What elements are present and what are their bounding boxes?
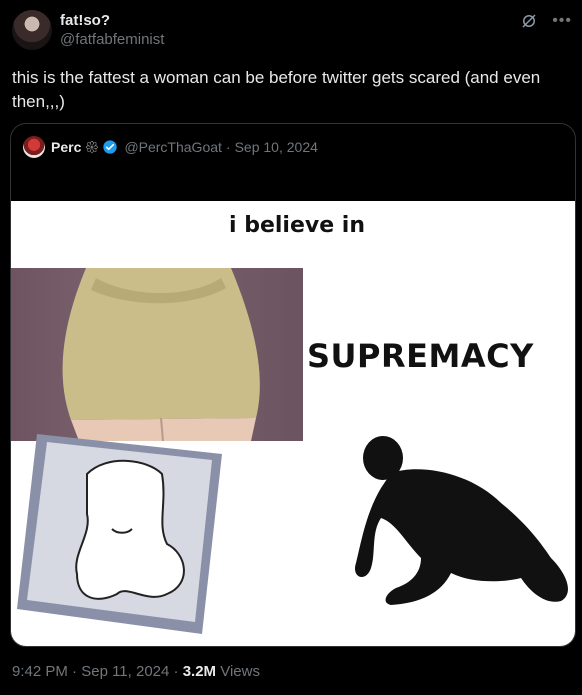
author-name-row: fat!so? <box>60 12 110 30</box>
quoted-author-avatar[interactable] <box>23 136 45 158</box>
quoted-separator: · <box>225 139 231 155</box>
skirt-illustration <box>62 268 260 441</box>
verified-badge-icon <box>103 140 118 154</box>
quoted-author-handle[interactable]: @PercThaGoat <box>124 139 221 155</box>
quoted-author-name[interactable]: Perc <box>51 139 81 155</box>
quoted-date[interactable]: Sep 10, 2024 <box>235 139 318 155</box>
tweet-top-actions: ••• <box>520 12 572 30</box>
tweet-text: this is the fattest a woman can be befor… <box>12 68 541 111</box>
skirt-photo <box>11 268 303 441</box>
meme-right-text: SUPREMACY <box>307 337 534 375</box>
quoted-author-emoji: 𑁍 <box>85 138 99 155</box>
body-drawing <box>17 434 222 634</box>
quoted-tweet[interactable]: Perc 𑁍 @PercThaGoat · Sep 10, 2024 i bel… <box>10 123 576 647</box>
author-handle[interactable]: @fatfabfeminist <box>60 31 164 48</box>
kneeling-silhouette <box>354 436 568 605</box>
meme-image[interactable]: i believe in SUPREMACY <box>11 201 575 646</box>
views-label: Views <box>220 663 260 680</box>
tweet-meta: 9:42 PM · Sep 11, 2024 · 3.2M Views <box>12 663 260 680</box>
tweet-date[interactable]: Sep 11, 2024 <box>81 663 169 680</box>
meta-separator: · <box>173 663 179 680</box>
tweet-time[interactable]: 9:42 PM <box>12 663 68 680</box>
quoted-tweet-header: Perc 𑁍 @PercThaGoat · Sep 10, 2024 <box>23 136 318 158</box>
views-count[interactable]: 3.2M <box>183 663 216 680</box>
author-avatar[interactable] <box>12 10 52 50</box>
meta-separator: · <box>72 663 78 680</box>
grok-icon[interactable] <box>520 12 538 30</box>
meme-top-text: i believe in <box>229 213 365 238</box>
author-display-name[interactable]: fat!so? <box>60 12 110 29</box>
more-icon[interactable]: ••• <box>552 12 572 30</box>
